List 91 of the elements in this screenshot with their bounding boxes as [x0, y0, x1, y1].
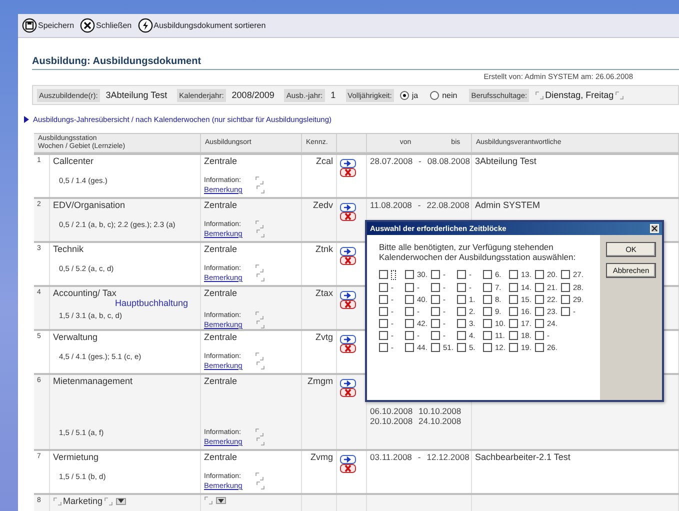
date-separator: -: [418, 156, 422, 166]
location-cell: Zentrale: [204, 244, 238, 254]
responsible-person: Sachbearbeiter-2.1 Test: [475, 452, 570, 462]
code-cell: Ztax: [315, 288, 333, 298]
station-name: Technik: [53, 244, 84, 254]
empty-field-marker-icon: [256, 320, 266, 329]
start-date: 28.07.2008: [370, 156, 413, 166]
field-value: 1: [330, 90, 336, 100]
station-area: Hauptbuchhaltung: [115, 298, 188, 308]
caret-icon: [118, 499, 124, 503]
save-icon: [22, 18, 37, 33]
date-separator: -: [418, 200, 421, 210]
empty-field-marker-icon: [256, 229, 266, 238]
move-button[interactable]: [340, 200, 356, 209]
empty-field-marker-icon: [53, 496, 62, 506]
empty-field-marker-icon: [254, 176, 264, 185]
start-date: 03.11.2008: [370, 452, 412, 462]
close-icon: [80, 18, 96, 33]
responsible-person: 3Abteilung Test: [475, 156, 536, 166]
toolbar-button[interactable]: Schließen: [80, 18, 132, 33]
location-cell: Zentrale: [204, 452, 238, 462]
location-cell: Zentrale: [204, 156, 238, 166]
station-name: Marketing: [63, 496, 103, 506]
empty-field-marker-icon: [535, 90, 544, 100]
empty-field-marker-icon: [256, 361, 266, 370]
station-name: Vermietung: [53, 452, 99, 462]
delete-button[interactable]: [340, 341, 356, 350]
page-title: Ausbildung: Ausbildungsdokument: [32, 56, 679, 70]
caret-icon: [218, 498, 224, 502]
delete-button[interactable]: [340, 165, 356, 174]
delete-button[interactable]: [340, 385, 356, 394]
empty-field-marker-icon: [256, 437, 266, 446]
move-button[interactable]: [340, 244, 356, 253]
delete-button[interactable]: [340, 253, 356, 262]
empty-field-marker-icon: [254, 311, 264, 320]
radio-option[interactable]: nein: [430, 90, 458, 100]
delete-button[interactable]: [340, 461, 356, 470]
end-date: 24.10.2008: [418, 416, 462, 426]
empty-field-marker-icon: [254, 472, 264, 481]
empty-field-marker-icon: [254, 352, 264, 361]
delete-button[interactable]: [340, 209, 356, 218]
end-date: 10.10.2008: [418, 406, 462, 416]
location-cell: Zentrale: [204, 200, 238, 210]
location-cell: Zentrale: [204, 376, 238, 386]
empty-field-marker-icon: [254, 264, 264, 273]
code-cell: Zcal: [316, 156, 333, 166]
field-value: 2008/2009: [232, 90, 274, 100]
station-name: Mietenmanagement: [53, 376, 133, 386]
responsible-person: Admin SYSTEM: [475, 200, 540, 210]
end-date: 08.08.2008: [427, 156, 470, 166]
station-name: EDV/Organisation: [53, 200, 126, 210]
empty-field-marker-icon: [256, 273, 266, 282]
move-button[interactable]: [340, 452, 356, 461]
move-button[interactable]: [340, 332, 356, 341]
empty-field-marker-icon: [614, 90, 624, 100]
field-value: 3Abteilung Test: [106, 90, 168, 100]
empty-field-marker-icon: [254, 220, 264, 229]
empty-field-marker-icon: [254, 428, 264, 437]
code-cell: Zmgm: [308, 376, 333, 386]
code-cell: Ztnk: [315, 244, 333, 254]
date-separator: -: [418, 452, 421, 462]
dialog-text: Bitte alle benötigten, zur Verfügung stehenden Kalenderwochen der Ausbildungsstation auswählen:: [379, 243, 577, 263]
move-button[interactable]: [340, 288, 356, 297]
dropdown-button[interactable]: [216, 497, 226, 504]
code-cell: Zedv: [312, 200, 333, 210]
end-date: 12.12.2008: [426, 452, 470, 462]
toolbar-button[interactable]: Speichern: [22, 18, 74, 33]
code-cell: Zvtg: [315, 332, 333, 342]
close-button[interactable]: [650, 224, 659, 233]
end-date: 22.08.2008: [426, 200, 470, 210]
empty-field-marker-icon: [204, 496, 213, 505]
start-date: 06.10.2008: [370, 406, 413, 416]
start-date: 11.08.2008: [370, 200, 412, 210]
empty-field-marker-icon: [104, 496, 113, 506]
field-value: Dienstag, Freitag: [545, 90, 614, 100]
empty-field-marker-icon: [256, 185, 266, 194]
dropdown-button[interactable]: [116, 498, 126, 504]
station-name: Accounting/ Tax: [53, 288, 116, 298]
start-date: 20.10.2008: [370, 416, 413, 426]
delete-button[interactable]: [340, 297, 356, 306]
toolbar-button[interactable]: Ausbildungsdokument sortieren: [138, 18, 266, 33]
move-button[interactable]: [340, 376, 356, 385]
lightning-icon: [138, 18, 153, 33]
expand-arrow-icon[interactable]: [24, 116, 29, 123]
station-name: Verwaltung: [53, 332, 98, 342]
empty-field-marker-icon: [256, 481, 266, 490]
move-button[interactable]: [340, 156, 356, 165]
location-cell: Zentrale: [204, 288, 238, 298]
location-cell: Zentrale: [204, 332, 238, 342]
code-cell: Zvmg: [310, 452, 333, 462]
station-name: Callcenter: [53, 156, 94, 166]
